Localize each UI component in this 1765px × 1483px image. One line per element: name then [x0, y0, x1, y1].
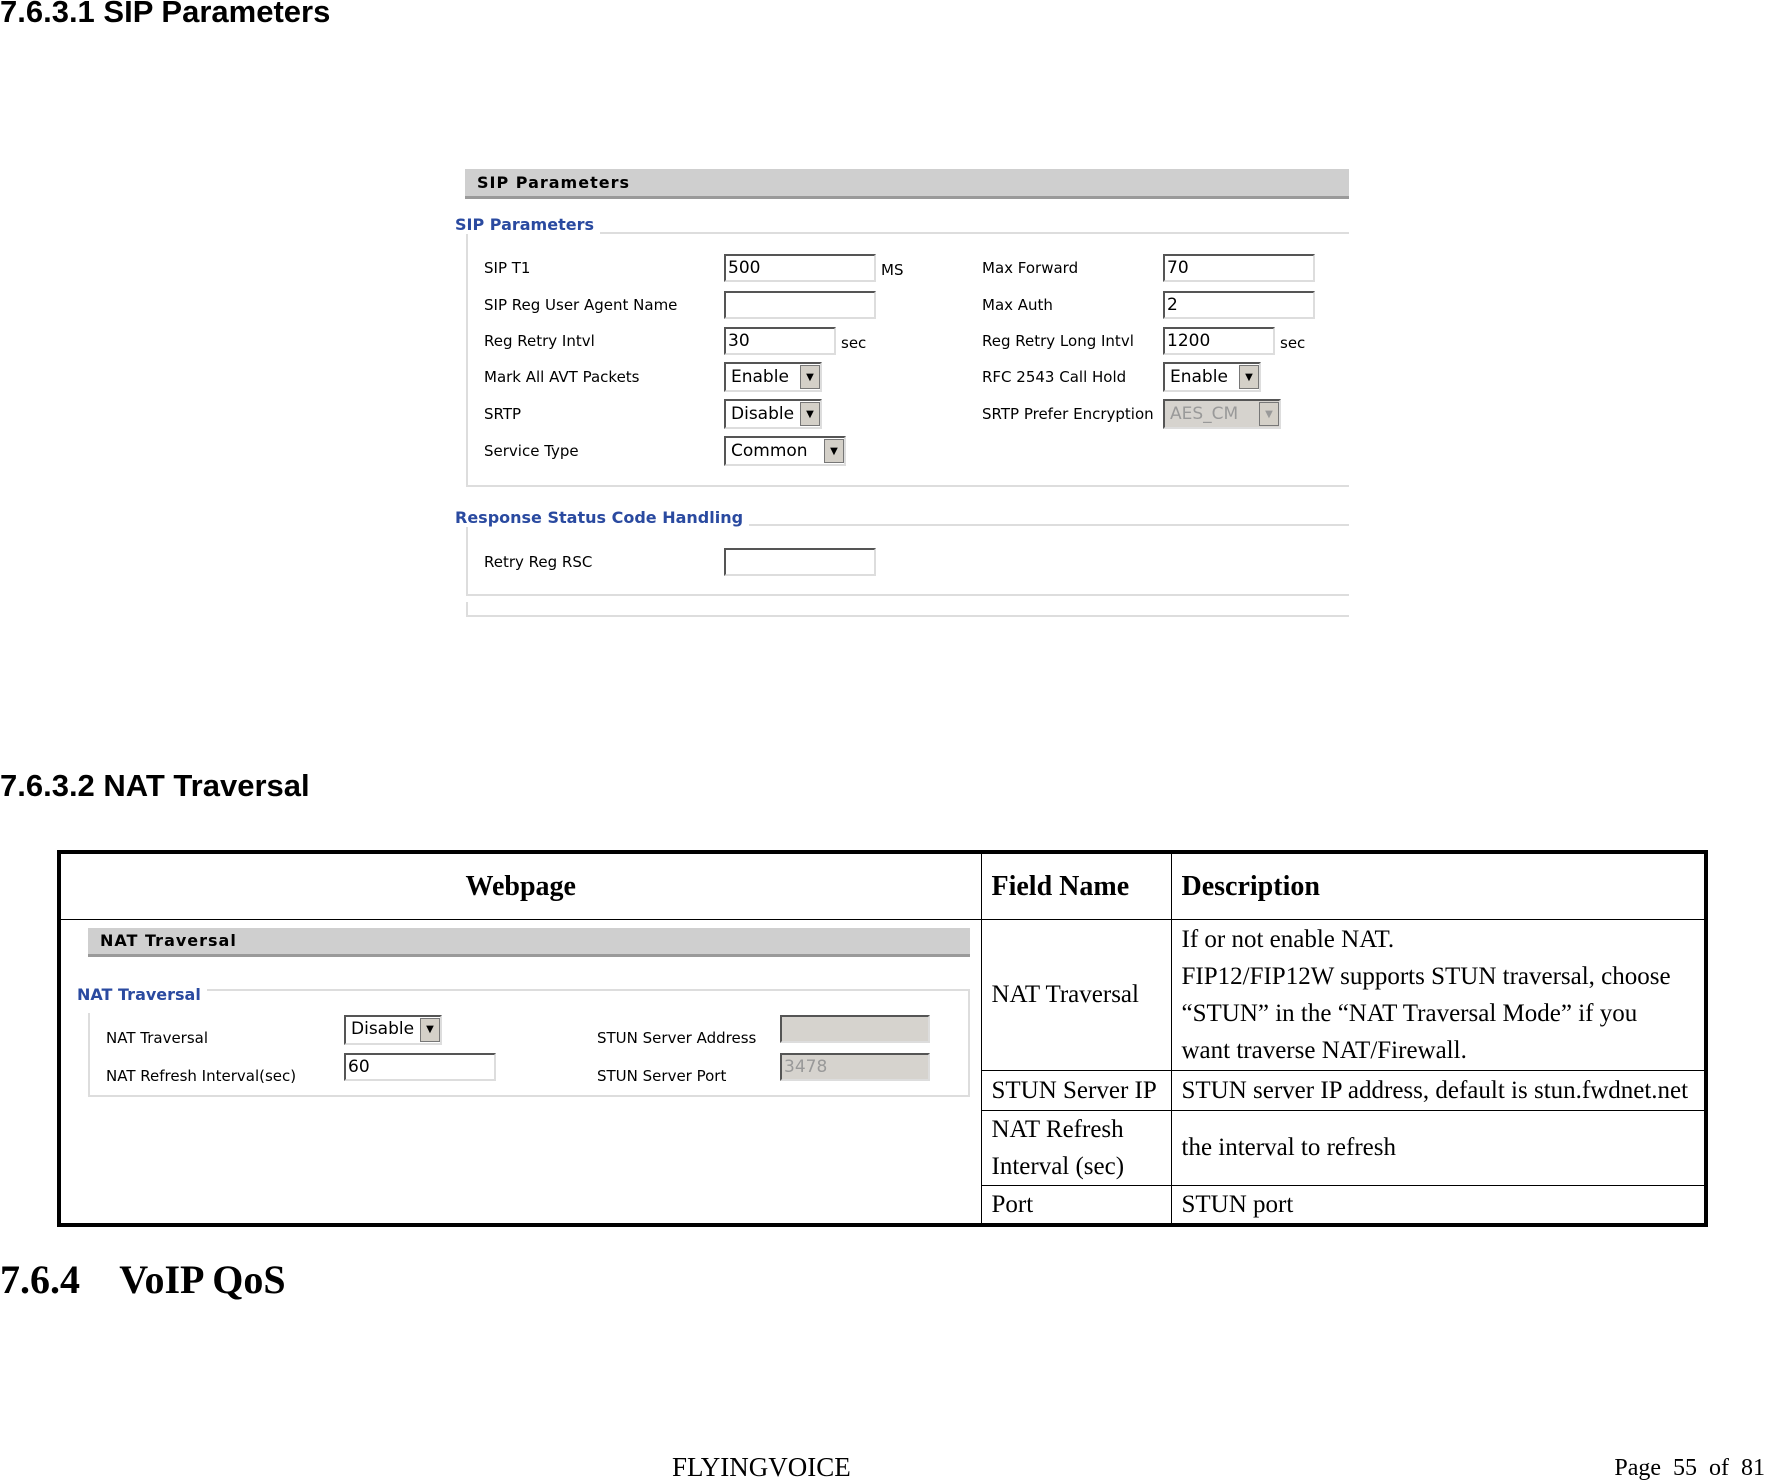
dropdown-arrow-icon: ▼ — [1239, 365, 1259, 389]
field-input[interactable]: 500 — [724, 254, 876, 282]
page-number: Page 55 of 81 — [1614, 1455, 1765, 1481]
nat-panel-title: NAT Traversal — [88, 927, 970, 957]
nat-traversal-table: Webpage Field Name Description NAT Trave… — [57, 850, 1708, 1227]
field-label: RFC 2543 Call Hold — [982, 368, 1127, 386]
field-name-cell: STUN Server IP — [980, 1069, 1172, 1111]
field-select[interactable]: Enable ▼ — [724, 362, 822, 392]
field-label: SRTP Prefer Encryption — [982, 405, 1154, 423]
description-line: “STUN” in the “NAT Traversal Mode” if yo… — [1181, 999, 1638, 1027]
field-name-cell: NAT Refresh Interval (sec) — [980, 1109, 1172, 1186]
description-line: want traverse NAT/Firewall. — [1181, 1036, 1467, 1064]
unit-label: MS — [881, 261, 904, 279]
field-select[interactable]: Disable ▼ — [724, 399, 822, 429]
stun-server-address-label: STUN Server Address — [597, 1028, 757, 1047]
section-heading-sip: 7.6.3.1 SIP Parameters — [0, 0, 331, 29]
description-line: If or not enable NAT. — [1181, 925, 1395, 953]
dropdown-arrow-icon: ▼ — [420, 1017, 440, 1042]
section-heading-qos: 7.6.4 VoIP QoS — [0, 1257, 286, 1302]
nat-traversal-label: NAT Traversal — [106, 1028, 209, 1047]
select-value: Common — [731, 441, 808, 461]
description-line: FIP12/FIP12W supports STUN traversal, ch… — [1181, 962, 1671, 990]
field-select[interactable]: AES_CM ▼ — [1163, 399, 1281, 429]
field-name-cell: NAT Traversal — [980, 918, 1172, 1071]
retry-reg-rsc-input[interactable] — [724, 548, 876, 576]
table-row: NAT Traversal NAT Traversal NAT Traversa… — [58, 918, 1707, 1225]
field-label: Reg Retry Intvl — [484, 332, 595, 350]
table-header-row: Webpage Field Name Description — [58, 851, 1707, 920]
nat-group-legend: NAT Traversal — [77, 975, 207, 1013]
webpage-cell: NAT Traversal NAT Traversal NAT Traversa… — [58, 918, 982, 1225]
dropdown-arrow-icon: ▼ — [800, 402, 820, 426]
description-cell: STUN server IP address, default is stun.… — [1170, 1069, 1707, 1111]
dropdown-arrow-icon: ▼ — [824, 439, 844, 463]
unit-label: sec — [841, 334, 867, 352]
select-value: Enable — [731, 367, 789, 387]
field-label: Mark All AVT Packets — [484, 368, 640, 386]
field-input[interactable] — [724, 291, 876, 319]
dropdown-arrow-icon: ▼ — [1259, 402, 1279, 426]
unit-label: sec — [1280, 334, 1306, 352]
header-field-name: Field Name — [980, 851, 1172, 920]
field-label: SIP T1 — [484, 259, 531, 277]
header-description: Description — [1170, 851, 1707, 920]
field-label: Reg Retry Long Intvl — [982, 332, 1134, 350]
field-select[interactable]: Common ▼ — [724, 436, 846, 466]
footer-brand: FLYINGVOICE — [672, 1452, 851, 1482]
field-input[interactable]: 70 — [1163, 254, 1315, 282]
description-cell: If or not enable NAT. FIP12/FIP12W suppo… — [1170, 918, 1707, 1071]
field-select[interactable]: Enable ▼ — [1163, 362, 1261, 392]
stun-server-port-input[interactable]: 3478 — [780, 1052, 930, 1081]
nat-refresh-label: NAT Refresh Interval(sec) — [106, 1066, 297, 1085]
select-value: Disable — [731, 404, 795, 424]
stun-server-port-label: STUN Server Port — [597, 1066, 727, 1085]
nat-refresh-input[interactable]: 60 — [344, 1052, 496, 1081]
nat-traversal-select[interactable]: Disable ▼ — [344, 1014, 442, 1045]
response-group-legend: Response Status Code Handling — [455, 508, 750, 527]
field-name-cell: Port — [980, 1184, 1172, 1225]
stun-server-address-input[interactable] — [780, 1014, 930, 1043]
field-label: Max Forward — [982, 259, 1079, 277]
field-label: SIP Reg User Agent Name — [484, 296, 678, 314]
field-input[interactable]: 1200 — [1163, 327, 1275, 355]
retry-reg-rsc-label: Retry Reg RSC — [484, 553, 593, 571]
description-cell: the interval to refresh — [1170, 1109, 1707, 1186]
header-webpage: Webpage — [58, 851, 982, 920]
nat-traversal-value: Disable — [351, 1019, 415, 1039]
description-cell: STUN port — [1170, 1184, 1707, 1225]
field-input[interactable]: 2 — [1163, 291, 1315, 319]
sip-panel-title: SIP Parameters — [465, 169, 1349, 199]
sip-group-legend: SIP Parameters — [455, 215, 600, 234]
select-value: AES_CM — [1170, 404, 1239, 424]
response-fieldset — [466, 524, 1349, 596]
select-value: Enable — [1170, 367, 1228, 387]
field-label: Max Auth — [982, 296, 1053, 314]
field-label: Service Type — [484, 442, 579, 460]
panel-bottom-divider — [466, 602, 1349, 617]
dropdown-arrow-icon: ▼ — [800, 365, 820, 389]
field-input[interactable]: 30 — [724, 327, 836, 355]
field-label: SRTP — [484, 405, 522, 423]
section-heading-nat: 7.6.3.2 NAT Traversal — [0, 768, 310, 803]
